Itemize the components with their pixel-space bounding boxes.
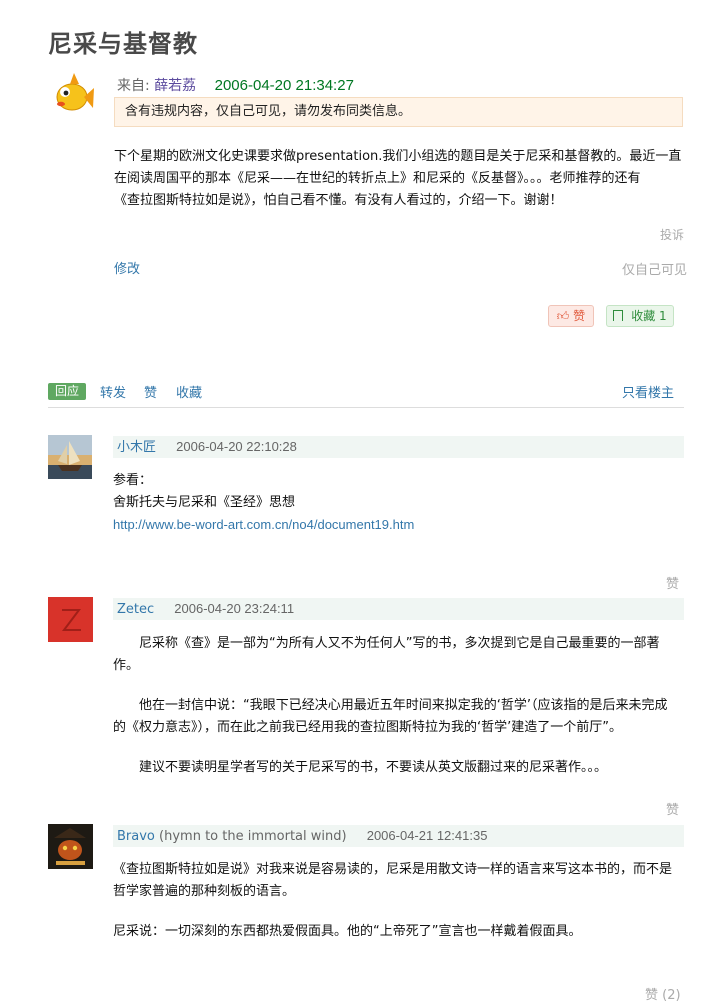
- fish-avatar-icon: [56, 73, 94, 111]
- reply-header: Zetec 2006-04-20 23:24:11: [113, 598, 684, 620]
- reply-header: 小木匠 2006-04-20 22:10:28: [113, 436, 684, 458]
- reply-body: 尼采称《查》是一部为“为所有人又不为任何人”写的书，多次提到它是自己最重要的一部…: [113, 633, 688, 779]
- tab-like[interactable]: 赞: [144, 382, 157, 401]
- tab-collect[interactable]: 收藏: [176, 382, 202, 401]
- op-only-link[interactable]: 只看楼主: [622, 382, 674, 401]
- reply-line: 参看：: [113, 473, 153, 488]
- reply-avatar[interactable]: [48, 435, 92, 479]
- like-button[interactable]: 👍︎ 赞: [548, 305, 594, 327]
- reply-author-link[interactable]: Bravo: [117, 829, 155, 844]
- page-title: 尼采与基督教: [48, 30, 198, 58]
- reply-time: 2006-04-21 12:41:35: [366, 828, 488, 843]
- reply-line: 作。: [113, 658, 140, 673]
- reply-line: 的《权力意志》），而在此之前我已经用我的查拉图斯特拉为我的‘哲学’建造了一个前厅…: [113, 720, 623, 735]
- post-body-line: 下个星期的欧洲文化史课要求做presentation.我们小组选的题目是关于尼采…: [114, 149, 682, 164]
- reply-line: 哲学家普遍的那种刻板的语言。: [113, 884, 296, 899]
- edit-link[interactable]: 修改: [114, 258, 140, 277]
- reply-line: 建议不要读明星学者写的关于尼采写的书，不要读从英文版翻过来的尼采著作。。。: [139, 760, 608, 775]
- like-button-label: 赞: [573, 309, 586, 323]
- tab-forward[interactable]: 转发: [100, 382, 126, 401]
- author-name-link[interactable]: 薛若荔: [154, 78, 196, 94]
- reply-line: 《查拉图斯特拉如是说》对我来说是容易读的，尼采是用散文诗一样的语言来写这本书的，…: [113, 862, 673, 877]
- divider: [48, 407, 684, 408]
- reply-like-link[interactable]: 赞: [666, 799, 679, 818]
- reply-author-link[interactable]: Zetec: [117, 602, 154, 617]
- reply-author-link[interactable]: 小木匠: [117, 440, 156, 455]
- cat-hat-avatar-icon: [48, 824, 93, 869]
- reply-time: 2006-04-20 23:24:11: [174, 601, 295, 616]
- bookmark-icon: [613, 310, 624, 321]
- reply-time: 2006-04-20 22:10:28: [176, 439, 297, 454]
- reply-line: 他在一封信中说：“我眼下已经决心用最近五年时间来拟定我的‘哲学’（应该指的是后来…: [139, 698, 668, 713]
- post-body-line: 在阅读周国平的那本《尼采——在世纪的转折点上》和尼采的《反基督》。。。老师推荐的…: [114, 171, 641, 186]
- collect-button[interactable]: 收藏 1: [606, 305, 674, 327]
- post-body: 下个星期的欧洲文化史课要求做presentation.我们小组选的题目是关于尼采…: [114, 146, 689, 212]
- reply-like-link[interactable]: 赞: [666, 573, 679, 592]
- visibility-status: 仅自己可见: [622, 263, 688, 278]
- red-block-avatar-icon: [48, 597, 93, 642]
- collect-button-label: 收藏 1: [631, 309, 667, 323]
- reply-line: 尼采说：一切深刻的东西都热爱假面具。他的“上帝死了”宣言也一样戴着假面具。: [113, 924, 582, 939]
- report-link[interactable]: 投诉: [660, 226, 684, 243]
- reply-author-suffix: (hymn to the immortal wind): [159, 829, 347, 844]
- tab-reply[interactable]: 回应: [48, 383, 86, 400]
- thumb-up-icon: 👍︎: [556, 309, 570, 323]
- post-meta: 来自: 薛若荔 2006-04-20 21:34:27: [117, 75, 354, 95]
- reply-line: 尼采称《查》是一部为“为所有人又不为任何人”写的书，多次提到它是自己最重要的一部…: [139, 636, 660, 651]
- reply-avatar[interactable]: [48, 824, 93, 869]
- author-avatar[interactable]: [48, 70, 96, 118]
- from-label: 来自:: [117, 78, 150, 94]
- reply-body: 参看： 舍斯托夫与尼采和《圣经》思想 http://www.be-word-ar…: [113, 470, 684, 536]
- violation-warning: 含有违规内容，仅自己可见，请勿发布同类信息。: [114, 97, 683, 127]
- post-time: 2006-04-20 21:34:27: [214, 77, 354, 94]
- reply-body: 《查拉图斯特拉如是说》对我来说是容易读的，尼采是用散文诗一样的语言来写这本书的，…: [113, 859, 688, 943]
- reply-avatar[interactable]: [48, 597, 93, 642]
- reply-header: Bravo (hymn to the immortal wind) 2006-0…: [113, 825, 684, 847]
- reply-like-link[interactable]: 赞 (2): [645, 984, 681, 1003]
- ship-avatar-icon: [48, 435, 92, 479]
- post-body-line: 《查拉图斯特拉如是说》，怕自己看不懂。有没有人看过的，介绍一下。谢谢！: [114, 193, 563, 208]
- reply-url-link[interactable]: http://www.be-word-art.com.cn/no4/docume…: [113, 514, 684, 536]
- reply-line: 舍斯托夫与尼采和《圣经》思想: [113, 495, 296, 510]
